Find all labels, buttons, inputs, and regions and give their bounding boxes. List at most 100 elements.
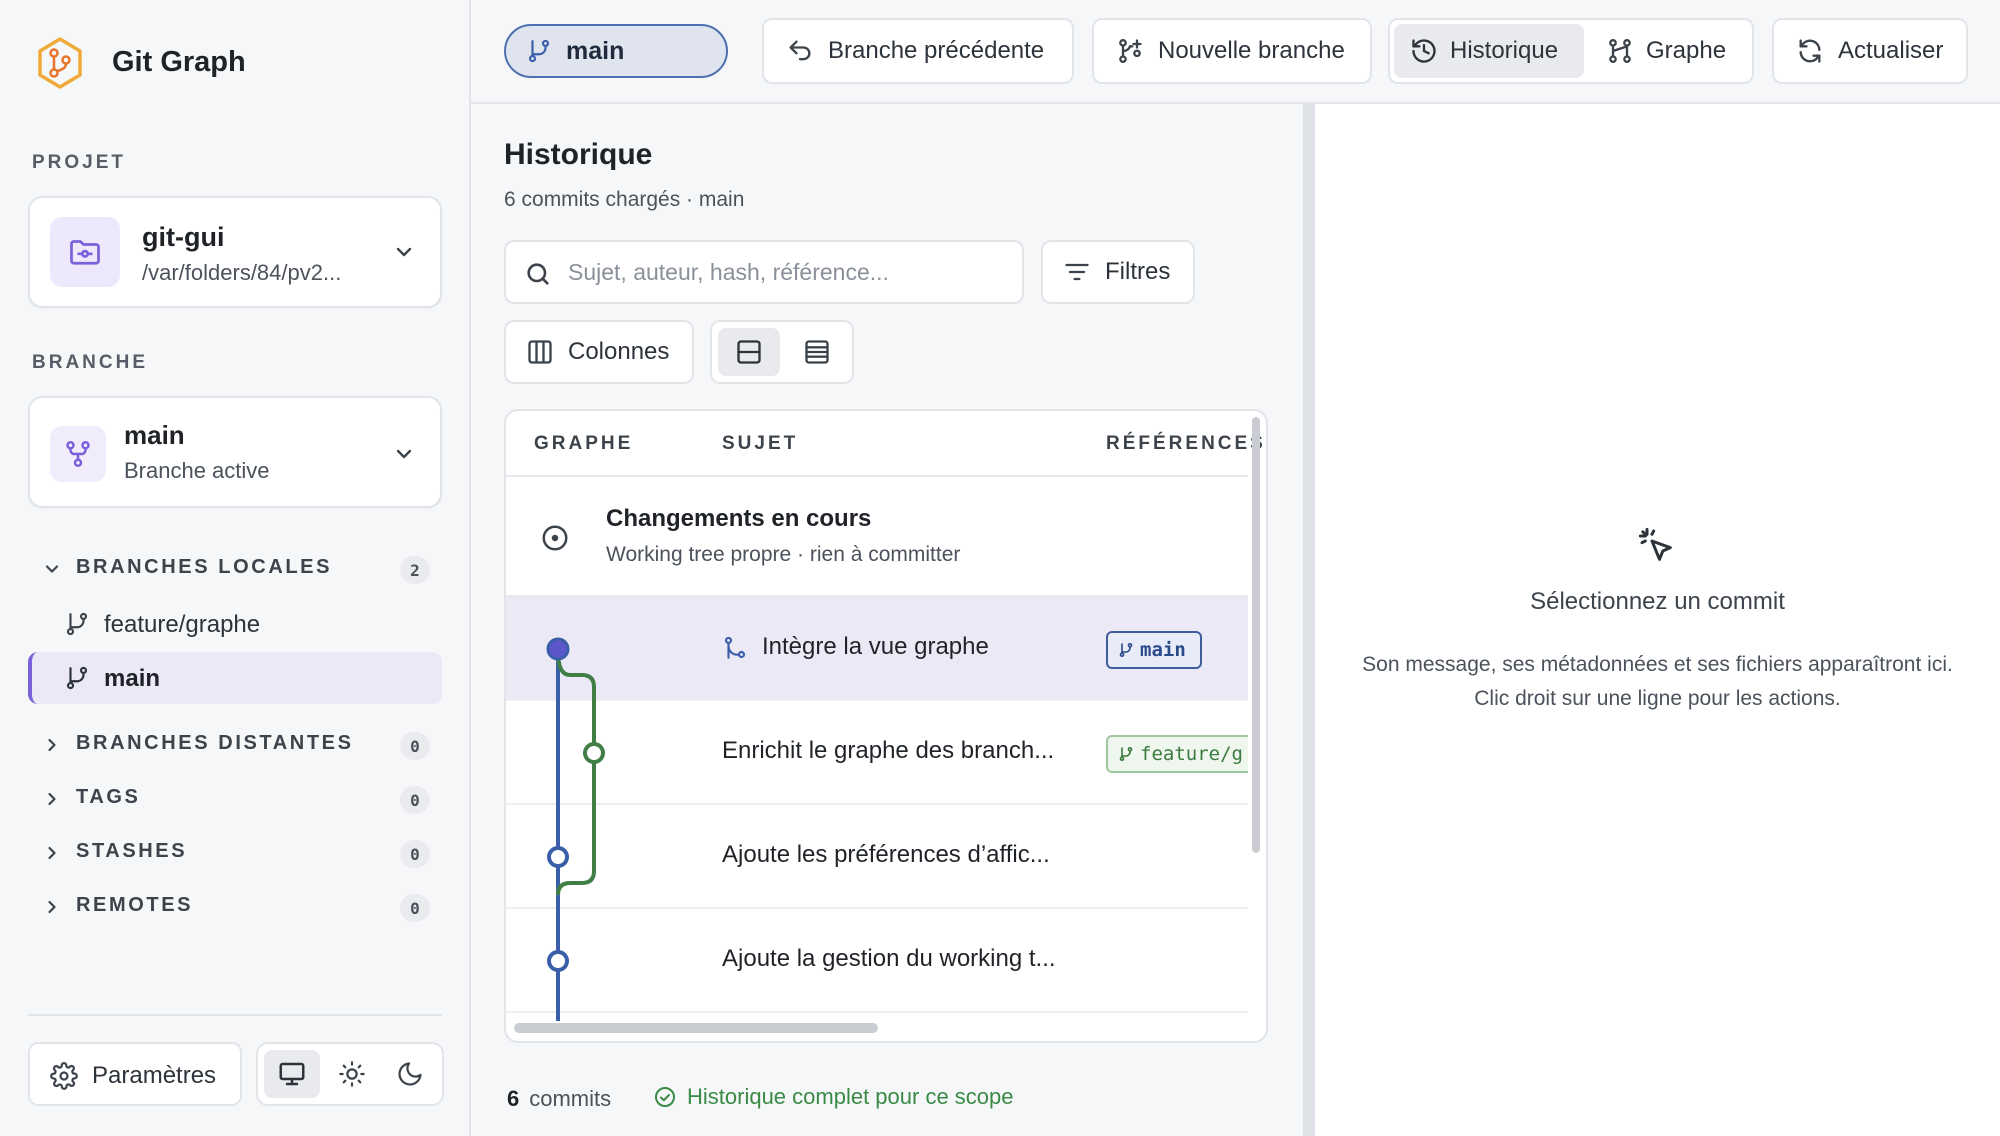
theme-dark-button[interactable] <box>382 1050 438 1098</box>
branch-status: Branche active <box>124 458 270 483</box>
count-badge: 2 <box>400 556 430 584</box>
panel-resize-handle[interactable] <box>1303 104 1315 1136</box>
project-selector[interactable]: git-gui /var/folders/84/pv2... <box>28 196 442 308</box>
commit-node[interactable] <box>546 637 570 661</box>
check-circle-icon <box>655 1087 675 1107</box>
commit-detail-panel: Sélectionnez un commit Son message, ses … <box>1315 104 2000 1136</box>
previous-branch-button[interactable]: Branche précédente <box>762 18 1074 84</box>
section-stashes[interactable]: STASHES 0 <box>28 828 442 878</box>
column-header-subject[interactable]: SUJET <box>722 433 798 455</box>
commit-subject: Enrichit le graphe des branch... <box>722 737 1055 764</box>
commit-node[interactable] <box>547 950 569 972</box>
commit-node[interactable] <box>583 742 605 764</box>
sidebar: Git Graph PROJET git-gui /var/folders/84… <box>0 0 471 1136</box>
section-label: BRANCHES DISTANTES <box>76 732 354 754</box>
filters-button[interactable]: Filtres <box>1041 240 1195 304</box>
new-branch-button[interactable]: Nouvelle branche <box>1092 18 1372 84</box>
view-history-tab[interactable]: Historique <box>1394 24 1584 78</box>
ref-badge-main[interactable]: main <box>1106 631 1202 669</box>
cursor-click-icon <box>1638 527 1672 561</box>
theme-switcher <box>256 1042 444 1106</box>
section-remotes[interactable]: REMOTES 0 <box>28 882 442 932</box>
columns-label: Colonnes <box>568 338 670 365</box>
density-comfortable-button[interactable] <box>718 328 780 376</box>
empty-state-title: Sélectionnez un commit <box>1530 588 1785 615</box>
vertical-scrollbar[interactable] <box>1252 417 1260 853</box>
undo-arrow-icon <box>789 40 811 61</box>
branch-label: main <box>104 665 161 692</box>
git-graph-logo-icon <box>36 36 84 90</box>
history-subtitle: 6 commits chargés · main <box>504 188 745 211</box>
previous-branch-label: Branche précédente <box>828 37 1045 64</box>
refresh-label: Actualiser <box>1838 37 1944 64</box>
history-title: Historique <box>504 138 653 171</box>
git-branch-icon <box>1119 643 1133 658</box>
columns-icon <box>528 340 552 364</box>
local-branch-feature-graphe[interactable]: feature/graphe <box>28 598 442 650</box>
history-status: Historique complet pour ce scope <box>653 1084 1014 1110</box>
chevron-down-icon <box>396 247 412 257</box>
app-title: Git Graph <box>112 46 246 78</box>
project-section-label: PROJET <box>32 152 127 173</box>
commit-node[interactable] <box>547 846 569 868</box>
chevron-right-icon <box>48 846 56 860</box>
view-switcher: Historique Graphe <box>1388 18 1754 84</box>
local-branch-main[interactable]: main <box>28 652 442 704</box>
history-icon <box>1412 39 1436 63</box>
refresh-button[interactable]: Actualiser <box>1772 18 1968 84</box>
refresh-icon <box>1799 39 1821 63</box>
git-branch-icon <box>1119 747 1133 762</box>
ref-badge-label: main <box>1140 639 1186 661</box>
moon-icon <box>398 1062 422 1086</box>
section-tags[interactable]: TAGS 0 <box>28 774 442 824</box>
chevron-right-icon <box>48 900 56 914</box>
git-branch-icon <box>66 666 88 690</box>
density-compact-button[interactable] <box>786 328 848 376</box>
commit-graph <box>546 637 605 1021</box>
commit-count-value: 6 <box>507 1086 520 1111</box>
chevron-down-icon <box>396 449 412 459</box>
section-local-branches[interactable]: BRANCHES LOCALES 2 <box>28 544 442 594</box>
count-badge: 0 <box>400 840 430 868</box>
search-field <box>504 240 1024 304</box>
history-panel: Historique 6 commits chargés · main Filt… <box>471 104 1303 1136</box>
current-branch-pill[interactable]: main <box>504 24 728 78</box>
sun-icon <box>339 1061 365 1087</box>
section-label: STASHES <box>76 840 188 862</box>
chevron-right-icon <box>48 792 56 806</box>
commit-subject: Ajoute les préférences d’affic... <box>722 841 1050 868</box>
ref-badge-feature[interactable]: feature/g <box>1106 735 1248 773</box>
sidebar-divider <box>28 1014 442 1016</box>
filters-label: Filtres <box>1105 258 1171 285</box>
git-merge-icon <box>724 636 746 659</box>
columns-button[interactable]: Colonnes <box>504 320 694 384</box>
ref-badge-label: feature/g <box>1140 743 1243 765</box>
branch-label: feature/graphe <box>104 611 261 638</box>
git-branch-plus-icon <box>1119 38 1142 64</box>
branch-fork-icon <box>50 426 106 482</box>
section-label: REMOTES <box>76 894 194 916</box>
theme-system-button[interactable] <box>264 1050 320 1098</box>
branch-section-label: BRANCHE <box>32 352 148 373</box>
commit-subject: Intègre la vue graphe <box>762 633 989 660</box>
branch-selector[interactable]: main Branche active <box>28 396 442 508</box>
chevron-right-icon <box>48 738 56 752</box>
rows-comfortable-icon <box>737 340 761 364</box>
branch-name: main <box>124 420 185 450</box>
commit-table: GRAPHE SUJET RÉFÉRENCES Changements en c… <box>504 409 1268 1043</box>
filter-lines-icon <box>1065 263 1089 281</box>
count-badge: 0 <box>400 732 430 760</box>
view-graph-tab[interactable]: Graphe <box>1590 24 1750 78</box>
section-remote-branches[interactable]: BRANCHES DISTANTES 0 <box>28 720 442 770</box>
settings-button[interactable]: Paramètres <box>28 1042 242 1106</box>
search-input[interactable] <box>568 252 1008 292</box>
commit-subject: Ajoute la gestion du working t... <box>722 945 1056 972</box>
horizontal-scrollbar[interactable] <box>514 1023 878 1033</box>
search-icon <box>527 263 549 285</box>
theme-light-button[interactable] <box>324 1050 380 1098</box>
view-history-label: Historique <box>1450 37 1559 64</box>
project-path: /var/folders/84/pv2... <box>142 260 342 285</box>
git-branch-icon <box>528 39 550 63</box>
column-header-refs[interactable]: RÉFÉRENCES <box>1106 433 1266 455</box>
git-branch-icon <box>66 612 88 636</box>
